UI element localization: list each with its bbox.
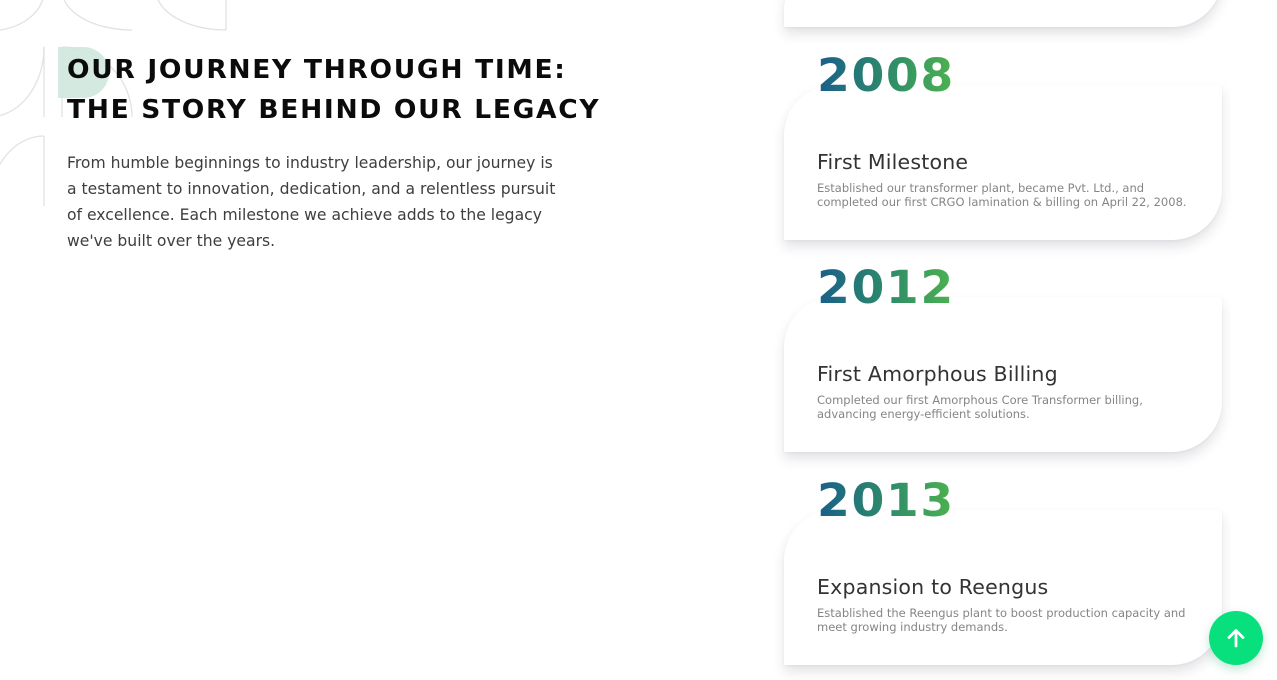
timeline-card-2008: First Milestone Established our transfor… [784,85,1222,240]
timeline-card-2012: First Amorphous Billing Completed our fi… [784,297,1222,452]
milestone-year: 2012 [817,261,955,314]
scroll-to-top-button[interactable] [1209,611,1263,665]
timeline-card-2013: Expansion to Reengus Established the Ree… [784,510,1222,665]
section-heading: Our Journey Through Time: The Story Behi… [67,50,608,130]
milestone-description: Established the Reengus plant to boost p… [817,606,1186,634]
milestone-description: Established our transformer plant, becam… [817,181,1187,209]
milestone-year: 2008 [817,49,955,102]
timeline: First Milestone Established our transfor… [784,0,1224,680]
timeline-card-previous [784,0,1222,27]
intro-paragraph: From humble beginnings to industry leade… [67,154,556,250]
heading-line-1: Our Journey Through Time: [67,55,567,85]
arrow-up-icon [1227,629,1245,648]
milestone-title: Expansion to Reengus [817,575,1049,599]
milestone-year: 2013 [817,474,955,527]
milestone-description: Completed our first Amorphous Core Trans… [817,393,1143,421]
intro-section: Our Journey Through Time: The Story Behi… [67,50,599,254]
milestone-title: First Amorphous Billing [817,362,1058,386]
heading-line-2: The Story Behind Our Legacy [67,95,601,125]
milestone-title: First Milestone [817,150,969,174]
